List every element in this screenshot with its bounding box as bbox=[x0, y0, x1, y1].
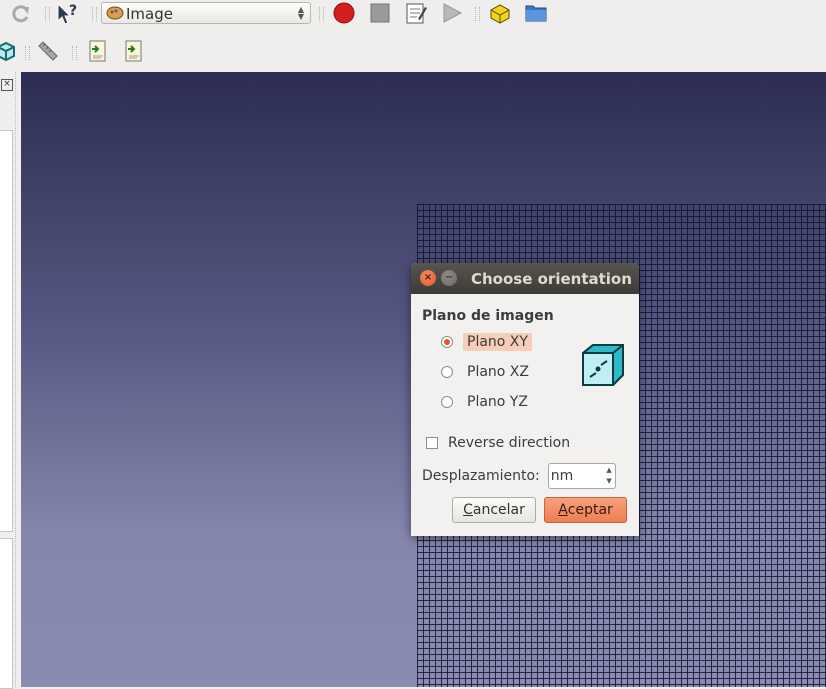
spin-down-icon[interactable]: ▼ bbox=[606, 477, 611, 485]
offset-spinbox[interactable]: nm ▲ ▼ bbox=[547, 463, 616, 489]
accept-label: ceptar bbox=[567, 502, 613, 518]
main-toolbar: ? Image ▲ ▼ bbox=[0, 0, 826, 30]
accept-mnemonic: A bbox=[558, 502, 568, 518]
radio-plane-yz[interactable]: Plano YZ bbox=[441, 391, 532, 413]
cancel-button[interactable]: Cancelar bbox=[452, 497, 536, 523]
toolbar-separator bbox=[25, 46, 30, 60]
cancel-mnemonic: C bbox=[463, 502, 473, 518]
accept-button[interactable]: Aceptar bbox=[544, 497, 627, 523]
radio-plane-xy[interactable]: Plano XY bbox=[441, 331, 532, 353]
radio-label: Plano XZ bbox=[467, 364, 529, 380]
svg-text:?: ? bbox=[69, 3, 77, 19]
stop-macro-icon[interactable] bbox=[367, 0, 393, 26]
cancel-label: ancelar bbox=[472, 502, 525, 518]
choose-orientation-dialog: × − Choose orientation Plano de imagen P… bbox=[411, 263, 639, 536]
part-icon[interactable] bbox=[487, 0, 513, 26]
group-title: Plano de imagen bbox=[422, 308, 554, 324]
toolbar-separator bbox=[72, 46, 77, 60]
whats-this-icon[interactable]: ? bbox=[55, 1, 81, 27]
reverse-direction-checkbox[interactable] bbox=[426, 437, 438, 449]
toolbar-separator bbox=[319, 7, 324, 21]
run-macro-icon[interactable] bbox=[439, 0, 465, 26]
toolbar-separator bbox=[475, 7, 480, 21]
dialog-title: Choose orientation bbox=[471, 270, 632, 288]
toolbar-separator bbox=[45, 7, 50, 21]
offset-row: Desplazamiento: nm ▲ ▼ bbox=[422, 463, 616, 489]
secondary-toolbar bbox=[0, 30, 826, 72]
radio-label: Plano YZ bbox=[467, 394, 528, 410]
offset-label: Desplazamiento: bbox=[422, 468, 540, 484]
measure-icon[interactable] bbox=[35, 38, 61, 64]
left-panel: × bbox=[0, 72, 20, 689]
panel-close-icon[interactable]: × bbox=[1, 79, 13, 91]
edit-macro-icon[interactable] bbox=[403, 0, 429, 26]
orientation-cube-icon bbox=[579, 341, 627, 389]
workbench-selector[interactable]: Image ▲ ▼ bbox=[101, 2, 311, 24]
3d-view-icon[interactable] bbox=[0, 38, 18, 64]
reverse-direction-label: Reverse direction bbox=[448, 435, 571, 451]
refresh-icon[interactable] bbox=[8, 1, 34, 27]
chevron-updown-icon: ▲ ▼ bbox=[297, 5, 304, 21]
reverse-direction-row[interactable]: Reverse direction bbox=[426, 432, 574, 454]
folder-icon[interactable] bbox=[523, 0, 549, 26]
radio-button[interactable] bbox=[441, 366, 453, 378]
panel-splitter[interactable] bbox=[15, 72, 18, 687]
minimize-icon[interactable]: − bbox=[441, 270, 457, 286]
panel-body bbox=[0, 130, 13, 532]
spin-up-icon[interactable]: ▲ bbox=[606, 466, 611, 474]
radio-button[interactable] bbox=[441, 336, 453, 348]
toolbar-separator bbox=[92, 7, 97, 21]
import-image-alt-icon[interactable] bbox=[121, 38, 147, 64]
workbench-selected-label: Image bbox=[126, 5, 173, 23]
radio-plane-xz[interactable]: Plano XZ bbox=[441, 361, 533, 383]
panel-lower bbox=[0, 538, 13, 689]
radio-label: Plano XY bbox=[463, 333, 532, 351]
offset-value: nm bbox=[550, 468, 574, 484]
import-image-icon[interactable] bbox=[85, 38, 111, 64]
record-macro-icon[interactable] bbox=[331, 0, 357, 26]
radio-button[interactable] bbox=[441, 396, 453, 408]
close-icon[interactable]: × bbox=[420, 270, 436, 286]
dialog-title-bar: × − Choose orientation bbox=[411, 263, 639, 294]
image-workbench-icon bbox=[106, 6, 124, 24]
